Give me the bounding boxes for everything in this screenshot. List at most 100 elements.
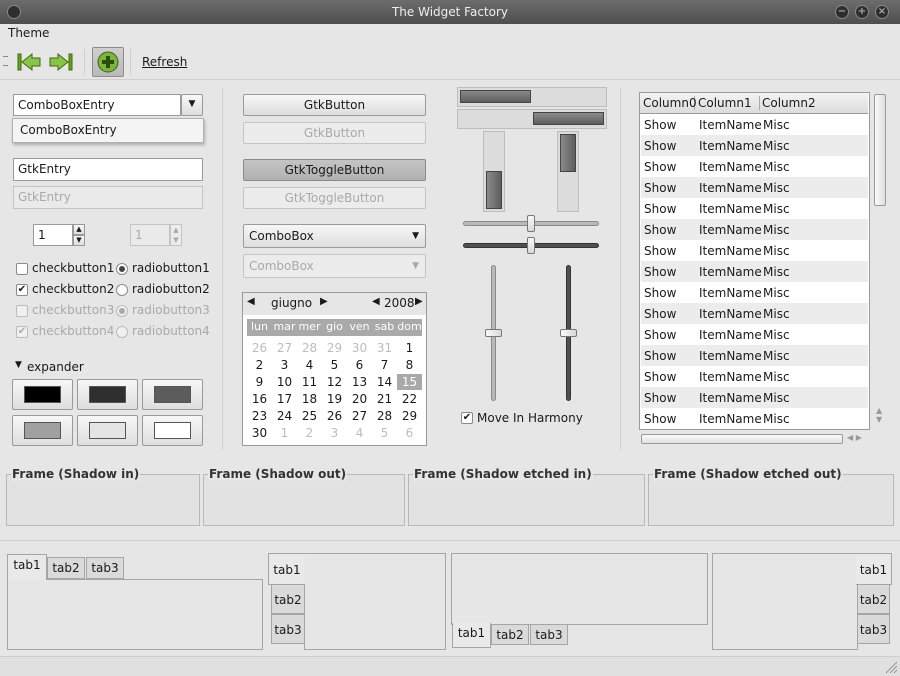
combo-box-entry-input[interactable]: ComboBoxEntry xyxy=(13,94,181,116)
minimize-button[interactable]: − xyxy=(835,5,849,19)
calendar-day[interactable]: 5 xyxy=(372,425,397,441)
calendar-day[interactable]: 2 xyxy=(297,425,322,441)
calendar-day[interactable]: 28 xyxy=(372,408,397,424)
tree-column-header-1[interactable]: Column1 xyxy=(698,96,760,110)
go-last-icon[interactable] xyxy=(48,51,74,73)
calendar-day[interactable]: 17 xyxy=(272,391,297,407)
calendar-day[interactable]: 3 xyxy=(322,425,347,441)
color-button-2[interactable] xyxy=(77,379,138,410)
close-button[interactable]: × xyxy=(875,5,889,19)
checkbox-1[interactable] xyxy=(16,263,28,275)
calendar-day[interactable]: 26 xyxy=(322,408,347,424)
maximize-button[interactable]: + xyxy=(855,5,869,19)
calendar-day[interactable]: 12 xyxy=(322,374,347,390)
toolbar-grip-icon[interactable] xyxy=(3,56,8,66)
tab-left-2[interactable]: tab2 xyxy=(271,584,305,614)
resize-grip-icon[interactable] xyxy=(884,660,898,674)
radio-2[interactable] xyxy=(116,284,128,296)
prev-month-icon[interactable]: ◀ xyxy=(247,296,255,307)
calendar-day[interactable]: 4 xyxy=(297,357,322,373)
calendar-day[interactable]: 1 xyxy=(272,425,297,441)
calendar-day[interactable]: 21 xyxy=(372,391,397,407)
tab-top-1[interactable]: tab1 xyxy=(7,554,47,580)
calendar-day[interactable]: 10 xyxy=(272,374,297,390)
calendar-day[interactable]: 24 xyxy=(272,408,297,424)
calendar-day[interactable]: 23 xyxy=(247,408,272,424)
color-button-5[interactable] xyxy=(77,415,138,446)
tab-right-3[interactable]: tab3 xyxy=(857,614,890,644)
window-menu-icon[interactable] xyxy=(7,5,21,19)
tab-left-3[interactable]: tab3 xyxy=(271,614,305,644)
calendar-day[interactable]: 9 xyxy=(247,374,272,390)
next-year-icon[interactable]: ▶ xyxy=(415,296,423,307)
color-button-4[interactable] xyxy=(12,415,73,446)
calendar-day[interactable]: 6 xyxy=(347,357,372,373)
calendar-day[interactable]: 27 xyxy=(272,340,297,356)
calendar-day[interactable]: 13 xyxy=(347,374,372,390)
hscroll-arrows-icon[interactable]: ◀ ▶ xyxy=(847,433,862,442)
color-button-3[interactable] xyxy=(142,379,203,410)
combo-entry-arrow[interactable]: ▼ xyxy=(181,94,203,116)
calendar-day[interactable]: 27 xyxy=(347,408,372,424)
calendar-day[interactable]: 1 xyxy=(397,340,422,356)
tab-left-1[interactable]: tab1 xyxy=(268,553,305,585)
calendar-day[interactable]: 30 xyxy=(347,340,372,356)
expander-label[interactable]: expander xyxy=(27,360,84,374)
calendar-day[interactable]: 29 xyxy=(322,340,347,356)
calendar-day[interactable]: 16 xyxy=(247,391,272,407)
tab-right-2[interactable]: tab2 xyxy=(857,584,890,614)
calendar-day[interactable]: 30 xyxy=(247,425,272,441)
calendar-day[interactable]: 6 xyxy=(397,425,422,441)
spin-button-input[interactable]: 1 xyxy=(33,224,73,246)
calendar-day[interactable]: 28 xyxy=(297,340,322,356)
color-button-6[interactable] xyxy=(142,415,203,446)
combo-box[interactable]: ComboBox ▼ xyxy=(243,224,426,248)
menu-theme[interactable]: Theme xyxy=(8,26,49,40)
calendar-day[interactable]: 25 xyxy=(297,408,322,424)
calendar-day[interactable]: 22 xyxy=(397,391,422,407)
calendar-day[interactable]: 7 xyxy=(372,357,397,373)
gtk-button[interactable]: GtkButton xyxy=(243,94,426,116)
tab-bottom-1[interactable]: tab1 xyxy=(452,623,491,648)
calendar-day[interactable]: 8 xyxy=(397,357,422,373)
calendar-day[interactable]: 29 xyxy=(397,408,422,424)
go-first-icon[interactable] xyxy=(16,51,42,73)
next-month-icon[interactable]: ▶ xyxy=(320,296,328,307)
hscale-slider-1[interactable] xyxy=(527,215,535,232)
calendar-day[interactable]: 19 xyxy=(322,391,347,407)
calendar-day[interactable]: 11 xyxy=(297,374,322,390)
calendar-day[interactable]: 15 xyxy=(397,374,422,390)
tab-top-2[interactable]: tab2 xyxy=(47,557,85,579)
expander-triangle-icon[interactable]: ▼ xyxy=(15,360,22,370)
calendar-day[interactable]: 31 xyxy=(372,340,397,356)
calendar-day[interactable]: 3 xyxy=(272,357,297,373)
calendar-day[interactable]: 2 xyxy=(247,357,272,373)
calendar-day[interactable]: 4 xyxy=(347,425,372,441)
tree-hscroll-thumb[interactable] xyxy=(641,434,843,444)
color-button-1[interactable] xyxy=(12,379,73,410)
tab-right-1[interactable]: tab1 xyxy=(856,553,892,585)
tree-column-header-2[interactable]: Column2 xyxy=(762,96,866,110)
tree-column-header-0[interactable]: Column0 xyxy=(643,96,697,110)
tab-bottom-2[interactable]: tab2 xyxy=(491,624,529,645)
checkbox-2[interactable]: ✔ xyxy=(16,284,28,296)
refresh-button[interactable]: Refresh xyxy=(142,55,187,69)
gtk-entry[interactable]: GtkEntry xyxy=(13,158,203,181)
add-toggle-button[interactable] xyxy=(92,47,124,77)
tab-bottom-3[interactable]: tab3 xyxy=(530,624,568,645)
calendar-day[interactable]: 20 xyxy=(347,391,372,407)
move-in-harmony-checkbox[interactable]: ✔ xyxy=(461,412,473,424)
gtk-toggle-button[interactable]: GtkToggleButton xyxy=(243,159,426,181)
radio-1[interactable] xyxy=(116,263,128,275)
prev-year-icon[interactable]: ◀ xyxy=(372,296,380,307)
vscale-slider-2[interactable] xyxy=(560,329,577,337)
tree-vscroll-thumb[interactable] xyxy=(874,94,886,206)
calendar-day[interactable]: 14 xyxy=(372,374,397,390)
combo-entry-popup-item[interactable]: ComboBoxEntry xyxy=(12,118,204,143)
tab-top-3[interactable]: tab3 xyxy=(86,557,124,579)
calendar-day[interactable]: 26 xyxy=(247,340,272,356)
spin-down-button[interactable]: ▼ xyxy=(73,235,85,246)
hscale-slider-2[interactable] xyxy=(527,237,535,254)
vscale-slider-1[interactable] xyxy=(485,329,502,337)
calendar-day[interactable]: 5 xyxy=(322,357,347,373)
